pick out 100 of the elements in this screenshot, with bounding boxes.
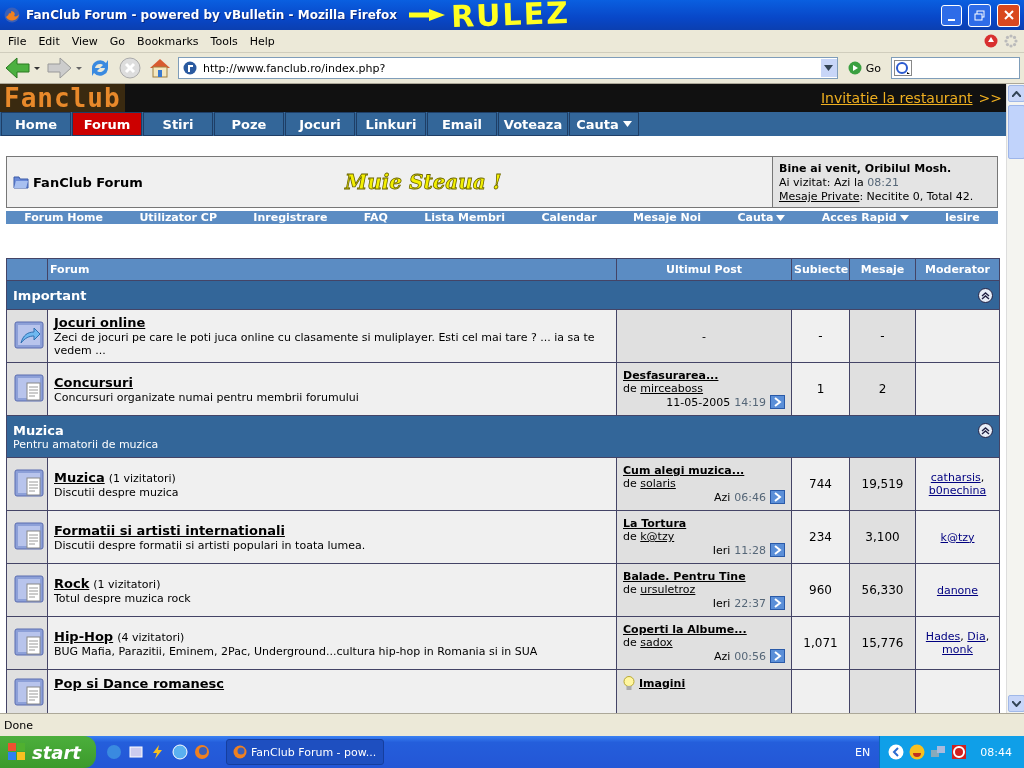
menu-item[interactable]: Edit bbox=[32, 32, 66, 50]
viewer-count: (1 vizitatori) bbox=[93, 577, 161, 591]
forum-nav-link[interactable]: Calendar bbox=[541, 211, 597, 224]
go-to-post-button[interactable] bbox=[770, 490, 785, 504]
nav-tab[interactable]: Voteaza bbox=[498, 112, 568, 136]
last-post-link[interactable]: Coperti la Albume... bbox=[623, 623, 785, 636]
menu-item[interactable]: Bookmarks bbox=[131, 32, 205, 50]
minimize-button[interactable] bbox=[941, 4, 962, 26]
forum-nav-link[interactable]: Acces Rapid bbox=[821, 211, 909, 224]
promo-link[interactable]: Invitatie la restaurant bbox=[820, 90, 973, 106]
go-to-post-button[interactable] bbox=[770, 596, 785, 610]
nav-tab[interactable]: Poze bbox=[214, 112, 284, 136]
go-to-post-button[interactable] bbox=[770, 543, 785, 557]
thread-count: 1 bbox=[791, 362, 850, 416]
address-field[interactable]: http://www.fanclub.ro/index.php? bbox=[178, 57, 838, 79]
author-link[interactable]: mirceaboss bbox=[640, 382, 704, 395]
last-post-link[interactable]: Balade. Pentru Tine bbox=[623, 570, 785, 583]
moderator-link[interactable]: danone bbox=[936, 583, 979, 597]
by-label: de bbox=[623, 636, 637, 649]
by-label: de bbox=[623, 583, 637, 596]
smiley-icon[interactable] bbox=[909, 744, 926, 760]
forum-link[interactable]: Pop si Dance romanesc bbox=[54, 676, 225, 691]
collapse-icon[interactable] bbox=[978, 422, 993, 438]
forum-link[interactable]: Rock bbox=[54, 575, 90, 591]
forum-nav-link[interactable]: Cauta bbox=[737, 211, 786, 224]
forum-document-icon bbox=[13, 519, 45, 552]
post-time: 22:37 bbox=[734, 596, 766, 610]
moderator-link[interactable]: monk bbox=[942, 643, 973, 656]
globe-icon[interactable] bbox=[172, 744, 188, 760]
search-engine-icon bbox=[894, 60, 912, 76]
scrollbar-thumb[interactable] bbox=[1008, 105, 1024, 159]
last-post-link[interactable]: Cum alegi muzica... bbox=[623, 464, 785, 477]
author-link[interactable]: solaris bbox=[640, 477, 676, 490]
forum-nav-link[interactable]: Forum Home bbox=[24, 211, 104, 224]
author-link[interactable]: ursuletroz bbox=[640, 583, 696, 596]
search-field[interactable] bbox=[891, 57, 1020, 79]
thread-count: 234 bbox=[791, 510, 850, 564]
nav-tab[interactable]: Email bbox=[427, 112, 497, 136]
back-button[interactable] bbox=[4, 56, 40, 80]
go-button[interactable]: Go bbox=[843, 61, 885, 75]
menu-item[interactable]: View bbox=[65, 32, 104, 50]
author-link[interactable]: sadox bbox=[640, 636, 673, 649]
forum-nav-link[interactable]: Lista Membri bbox=[424, 211, 505, 224]
menu-item[interactable]: Tools bbox=[204, 32, 244, 50]
desktop-icon[interactable] bbox=[128, 744, 144, 760]
moderator-link[interactable]: catharsis bbox=[930, 471, 981, 484]
forum-link[interactable]: Formatii si artisti internationali bbox=[54, 522, 285, 538]
thread-count: - bbox=[791, 309, 850, 363]
nav-tab[interactable]: Linkuri bbox=[356, 112, 426, 136]
chevron-icon[interactable] bbox=[888, 744, 905, 760]
menu-item[interactable]: Go bbox=[103, 32, 132, 50]
post-date: Azi bbox=[713, 649, 731, 663]
promo-arrow: >> bbox=[978, 90, 1002, 106]
annotation-text: RULEZ bbox=[450, 0, 571, 35]
firefox-icon bbox=[233, 745, 247, 759]
nav-tab[interactable]: Home bbox=[1, 112, 71, 136]
post-time: 06:46 bbox=[734, 490, 766, 504]
go-to-post-button[interactable] bbox=[770, 395, 785, 409]
moderator-link[interactable]: Dia bbox=[967, 630, 986, 643]
nav-tab[interactable]: Stiri bbox=[143, 112, 213, 136]
forum-nav-link[interactable]: Inregistrare bbox=[253, 211, 328, 224]
forum-nav-link[interactable]: Iesire bbox=[944, 211, 980, 224]
collapse-icon[interactable] bbox=[978, 287, 993, 303]
forum-nav-link[interactable]: Utilizator CP bbox=[139, 211, 217, 224]
last-post-link[interactable]: Imagini bbox=[623, 676, 785, 690]
last-post-link[interactable]: La Tortura bbox=[623, 517, 785, 530]
menu-item[interactable]: Help bbox=[243, 32, 281, 50]
menu-item[interactable]: File bbox=[2, 32, 33, 50]
forum-link[interactable]: Hip-Hop bbox=[54, 628, 114, 644]
forum-nav-link[interactable]: FAQ bbox=[363, 211, 388, 224]
last-post-link[interactable]: Desfasurarea... bbox=[623, 369, 785, 382]
post-time: 11:28 bbox=[734, 543, 766, 557]
language-indicator[interactable]: EN bbox=[855, 745, 875, 759]
dropdown-button[interactable] bbox=[820, 59, 837, 77]
forum-link[interactable]: Concursuri bbox=[54, 374, 133, 390]
close-button[interactable] bbox=[997, 3, 1020, 27]
forum-nav-link[interactable]: Mesaje Noi bbox=[633, 211, 701, 224]
forum-link[interactable]: Jocuri online bbox=[54, 315, 146, 330]
forum-description: Totul despre muzica rock bbox=[54, 591, 192, 605]
scrollbar[interactable] bbox=[1006, 84, 1024, 713]
moderator-link[interactable]: k@tzy bbox=[940, 530, 975, 544]
folder-icon bbox=[13, 175, 29, 189]
home-button[interactable] bbox=[148, 56, 172, 80]
moderator-link[interactable]: b0nechina bbox=[928, 484, 987, 497]
separator: , bbox=[985, 630, 990, 643]
author-link[interactable]: k@tzy bbox=[640, 530, 675, 543]
post-time: 14:19 bbox=[734, 395, 766, 409]
viewer-count: (4 vizitatori) bbox=[117, 630, 185, 644]
taskbar-window-button[interactable]: FanClub Forum - pow... bbox=[226, 739, 384, 765]
restore-button[interactable] bbox=[968, 3, 991, 27]
forum-link[interactable]: Muzica bbox=[54, 469, 105, 485]
welcome-text: Bine ai venit, Oribilul Mosh. bbox=[779, 162, 953, 175]
slogan: Muie Steaua ! bbox=[345, 170, 502, 194]
nav-tab[interactable]: Forum bbox=[72, 112, 142, 136]
alert-icon bbox=[984, 34, 998, 48]
go-to-post-button[interactable] bbox=[770, 649, 785, 663]
nav-tab[interactable]: Jocuri bbox=[285, 112, 355, 136]
nav-tab[interactable]: Cauta bbox=[569, 112, 639, 136]
column-header: Subiecte bbox=[794, 263, 849, 276]
post-date: Azi bbox=[713, 490, 731, 504]
